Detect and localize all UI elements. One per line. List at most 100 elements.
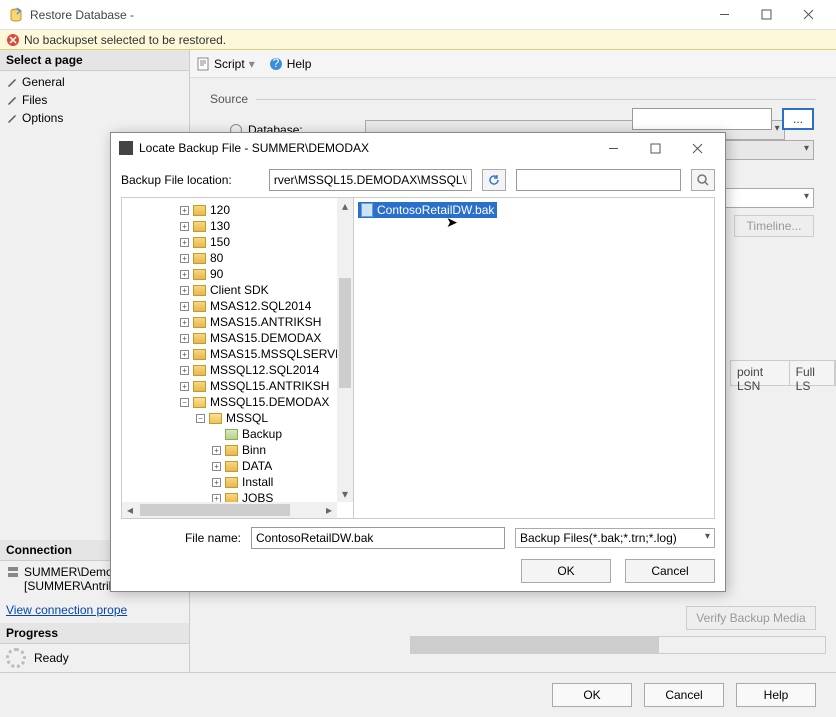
script-icon (196, 57, 210, 71)
expand-toggle[interactable]: + (212, 462, 221, 471)
tree-node[interactable]: +150 (124, 234, 335, 250)
expand-toggle[interactable]: + (180, 334, 189, 343)
folder-icon (225, 493, 238, 503)
close-button[interactable] (788, 4, 828, 26)
progress-spinner-icon (6, 648, 26, 668)
tree-node[interactable]: +MSSQL12.SQL2014 (124, 362, 335, 378)
tree-node[interactable]: + JOBS (124, 490, 335, 502)
script-button[interactable]: Script (214, 57, 245, 71)
timeline-button[interactable]: Timeline... (734, 215, 814, 237)
expand-toggle[interactable]: + (212, 494, 221, 503)
horizontal-scrollbar[interactable] (410, 636, 826, 654)
folder-icon (193, 221, 206, 232)
page-item-options[interactable]: Options (6, 109, 183, 127)
expand-toggle[interactable]: + (180, 382, 189, 391)
tree-node[interactable]: +MSAS12.SQL2014 (124, 298, 335, 314)
search-button[interactable] (691, 169, 715, 191)
tree-horizontal-scrollbar[interactable]: ◂▸ (122, 502, 337, 518)
file-item-selected[interactable]: ContosoRetailDW.bak (358, 202, 497, 218)
tree-node-label: Install (240, 475, 275, 489)
tree-node[interactable]: +MSAS15.ANTRIKSH (124, 314, 335, 330)
tree-node[interactable]: +Binn (124, 442, 335, 458)
expand-toggle[interactable]: + (180, 286, 189, 295)
dialog-ok-button[interactable]: OK (521, 559, 611, 583)
filename-input[interactable] (251, 527, 505, 549)
help-icon: ? (269, 57, 283, 71)
tree-node[interactable]: +MSAS15.DEMODAX (124, 330, 335, 346)
folder-tree[interactable]: +120+130+150+80+90+Client SDK+MSAS12.SQL… (122, 198, 354, 518)
view-connection-link[interactable]: View connection prope (0, 597, 189, 623)
tree-node[interactable]: +130 (124, 218, 335, 234)
location-input[interactable] (269, 169, 472, 191)
error-icon (6, 33, 20, 47)
expand-toggle[interactable]: + (180, 270, 189, 279)
main-title: Restore Database - (30, 8, 704, 22)
dialog-maximize-button[interactable] (635, 137, 675, 159)
tree-node[interactable]: + MSAS15.MSSQLSERVER (124, 346, 335, 362)
expand-toggle[interactable]: + (180, 238, 189, 247)
expand-toggle[interactable]: + (180, 254, 189, 263)
tree-node-label: 130 (208, 219, 232, 233)
tree-node[interactable]: − MSSQL15.DEMODAX (124, 394, 335, 410)
tree-node[interactable]: +120 (124, 202, 335, 218)
dialog-cancel-button[interactable]: Cancel (625, 559, 715, 583)
verify-media-button[interactable]: Verify Backup Media (686, 606, 816, 630)
expand-toggle[interactable]: + (212, 446, 221, 455)
help-button[interactable]: Help (287, 57, 312, 71)
tree-node[interactable]: + Client SDK (124, 282, 335, 298)
tree-node[interactable]: Backup (124, 426, 335, 442)
page-item-general[interactable]: General (6, 73, 183, 91)
folder-icon (225, 461, 238, 472)
tree-node[interactable]: −MSSQL (124, 410, 335, 426)
location-label: Backup File location: (121, 173, 259, 187)
expand-toggle[interactable]: + (180, 302, 189, 311)
main-titlebar: Restore Database - (0, 0, 836, 30)
folder-icon (193, 269, 206, 280)
page-item-files[interactable]: Files (6, 91, 183, 109)
expand-toggle[interactable]: + (180, 350, 189, 359)
main-cancel-button[interactable]: Cancel (644, 683, 724, 707)
tree-node[interactable]: +MSSQL15.ANTRIKSH (124, 378, 335, 394)
main-help-button[interactable]: Help (736, 683, 816, 707)
expand-toggle[interactable]: + (212, 478, 221, 487)
folder-icon (193, 205, 206, 216)
filetype-filter-combo[interactable]: Backup Files(*.bak;*.trn;*.log) (515, 528, 715, 548)
dialog-close-button[interactable] (677, 137, 717, 159)
tree-node[interactable]: +90 (124, 266, 335, 282)
expand-toggle[interactable]: + (180, 206, 189, 215)
expand-toggle[interactable]: − (180, 398, 189, 407)
connection-user: [SUMMER\Antriks (24, 579, 121, 593)
server-icon (6, 565, 20, 579)
folder-icon (225, 445, 238, 456)
file-list[interactable]: ContosoRetailDW.bak ➤ (354, 198, 714, 518)
tree-node-label: 150 (208, 235, 232, 249)
dialog-db-icon (119, 141, 133, 155)
warning-text: No backupset selected to be restored. (24, 33, 226, 47)
maximize-button[interactable] (746, 4, 786, 26)
expand-toggle[interactable]: + (180, 318, 189, 327)
backup-sets-table-header: point LSN Full LS (730, 360, 836, 386)
tree-node[interactable]: + Install (124, 474, 335, 490)
dialog-minimize-button[interactable] (593, 137, 633, 159)
tree-node[interactable]: +DATA (124, 458, 335, 474)
expand-toggle[interactable]: − (196, 414, 205, 423)
minimize-button[interactable] (704, 4, 744, 26)
expand-toggle[interactable]: + (180, 222, 189, 231)
browse-device-button[interactable]: ... (782, 108, 814, 130)
tree-node-label: JOBS (240, 491, 275, 502)
tree-node[interactable]: +80 (124, 250, 335, 266)
tree-node-label: MSSQL15.DEMODAX (208, 395, 331, 409)
search-input[interactable] (516, 169, 681, 191)
folder-icon (193, 365, 206, 376)
tree-node-label: MSAS15.MSSQLSERVER (208, 347, 337, 361)
tree-node-label: 80 (208, 251, 225, 265)
expand-toggle[interactable]: + (180, 366, 189, 375)
folder-icon (193, 381, 206, 392)
tree-node-label: Client SDK (208, 283, 271, 297)
refresh-button[interactable] (482, 169, 506, 191)
device-input[interactable] (632, 108, 772, 130)
tree-vertical-scrollbar[interactable]: ▴▾ (337, 198, 353, 502)
source-group-label: Source (210, 90, 248, 108)
main-ok-button[interactable]: OK (552, 683, 632, 707)
warning-bar: No backupset selected to be restored. (0, 30, 836, 50)
